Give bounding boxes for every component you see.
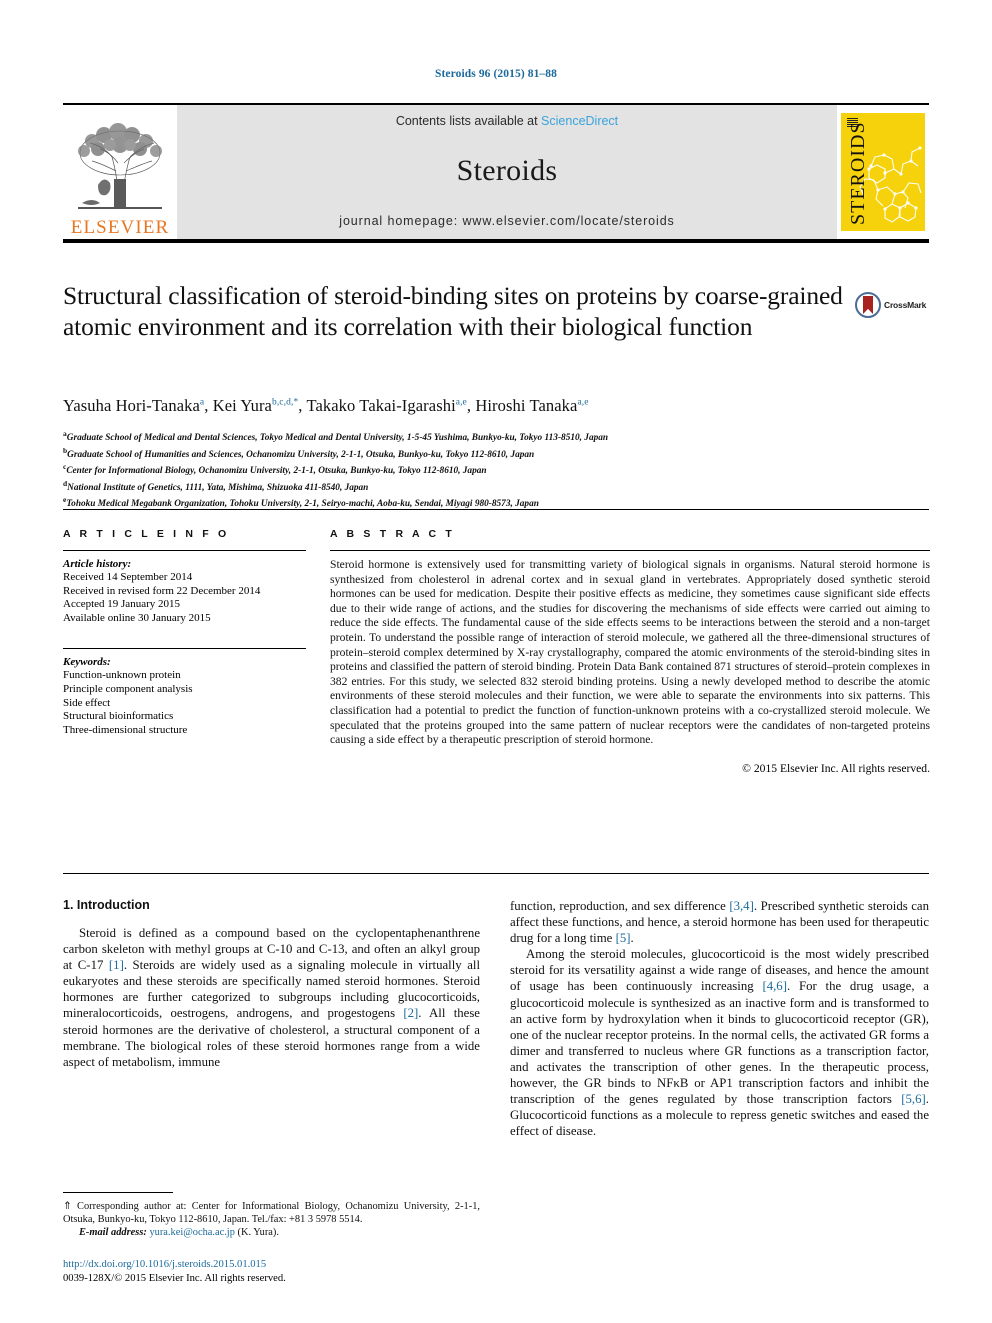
abstract-heading: A B S T R A C T: [330, 528, 455, 540]
affiliation-item: bGraduate School of Humanities and Scien…: [63, 445, 535, 460]
affiliation-list: aGraduate School of Medical and Dental S…: [63, 428, 943, 511]
article-history-item: Available online 30 January 2015: [63, 611, 211, 624]
citation-ref[interactable]: [1]: [109, 958, 124, 972]
article-history-item: Received in revised form 22 December 201…: [63, 584, 261, 597]
issn-copyright-line: 0039-128X/© 2015 Elsevier Inc. All right…: [63, 1272, 286, 1284]
affiliation-text: National Institute of Genetics, 1111, Ya…: [67, 482, 369, 493]
journal-cover: STEROIDS: [837, 105, 929, 239]
keyword-item: Structural bioinformatics: [63, 710, 174, 723]
article-info-divider: [63, 550, 306, 551]
page-footer: http://dx.doi.org/10.1016/j.steroids.201…: [63, 1258, 480, 1285]
corresponding-author-footnote: ⇑ Corresponding author at: Center for In…: [63, 1192, 480, 1239]
page-title: Structural classification of steroid-bin…: [63, 281, 843, 341]
crossmark-badge[interactable]: CrossMark: [855, 292, 947, 318]
author-affiliation-mark: a,e: [577, 397, 589, 408]
affiliation-text: Graduate School of Humanities and Scienc…: [67, 449, 535, 460]
author-name: Hiroshi Tanaka: [475, 396, 578, 415]
journal-cover-art: STEROIDS: [841, 113, 925, 231]
affiliation-item: cCenter for Informational Biology, Ochan…: [63, 462, 487, 477]
crossmark-label: CrossMark: [884, 300, 927, 310]
abstract-copyright: © 2015 Elsevier Inc. All rights reserved…: [742, 761, 930, 775]
intro-paragraph-continued: function, reproduction, and sex differen…: [510, 898, 929, 946]
article-history-label: Article history:: [63, 558, 132, 570]
contents-prefix: Contents lists available at: [395, 114, 542, 128]
intro-text-part: function, reproduction, and sex differen…: [510, 899, 730, 913]
footnote-email-link[interactable]: yura.kei@ocha.ac.jp: [149, 1227, 234, 1238]
author-name: Takako Takai-Igarashi: [306, 396, 456, 415]
abstract-column: A B S T R A C T Steroid hormone is exten…: [330, 528, 930, 775]
keywords-label: Keywords:: [63, 656, 111, 669]
journal-homepage-link[interactable]: journal homepage: www.elsevier.com/locat…: [339, 214, 674, 228]
author-affiliation-mark: b,c,d,: [271, 397, 294, 408]
keywords-block: Keywords: Function-unknown protein Princ…: [63, 648, 306, 737]
author-affiliation-mark: a,e: [455, 397, 467, 408]
author-name: Kei Yura: [212, 396, 272, 415]
author-affiliation-mark: a: [199, 397, 205, 408]
body-column-right: function, reproduction, and sex differen…: [510, 898, 929, 1139]
keyword-item: Principle component analysis: [63, 682, 193, 695]
citation-ref[interactable]: [3,4]: [729, 899, 754, 913]
affiliation-item: dNational Institute of Genetics, 1111, Y…: [63, 478, 369, 493]
sciencedirect-link[interactable]: ScienceDirect: [541, 114, 618, 128]
panel-top-divider: [63, 509, 929, 510]
running-head: Steroids 96 (2015) 81–88: [435, 68, 557, 80]
citation-ref[interactable]: [4,6]: [762, 979, 787, 993]
citation-ref[interactable]: [2]: [403, 1006, 418, 1020]
footnote-corresponding: ⇑ Corresponding author at: Center for In…: [63, 1200, 480, 1226]
elsevier-wordmark: ELSEVIER: [70, 217, 170, 238]
section-heading-introduction: 1. Introduction: [63, 898, 150, 912]
title-block: Structural classification of steroid-bin…: [63, 280, 843, 342]
intro-paragraph: Among the steroid molecules, glucocortic…: [510, 946, 929, 1139]
affiliation-text: Graduate School of Medical and Dental Sc…: [66, 433, 609, 444]
footnote-marker: ⇑: [63, 1201, 72, 1212]
article-info-heading: A R T I C L E I N F O: [63, 528, 230, 540]
corresponding-author-mark[interactable]: *: [293, 398, 298, 408]
masthead-center: Contents lists available at ScienceDirec…: [177, 105, 837, 239]
cover-journal-name: STEROIDS: [847, 121, 869, 225]
article-history-item: Accepted 19 January 2015: [63, 598, 180, 611]
affiliation-text: Tohoku Medical Megabank Organization, To…: [66, 499, 539, 510]
abstract-divider: [330, 550, 930, 551]
author-list: Yasuha Hori-Tanakaa, Kei Yurab,c,d,*, Ta…: [63, 396, 589, 415]
keyword-item: Three-dimensional structure: [63, 723, 188, 736]
publisher-logo: ELSEVIER: [63, 105, 177, 239]
intro-text-part: .: [630, 931, 634, 946]
keywords-divider: [63, 648, 306, 650]
intro-paragraph: Steroid is defined as a compound based o…: [63, 925, 480, 1070]
article-history-item: Received 14 September 2014: [63, 571, 193, 583]
body-column-left: 1. Introduction Steroid is defined as a …: [63, 898, 480, 1070]
paper-page: Steroids 96 (2015) 81–88 ELSEVIER Conten…: [0, 0, 992, 1323]
article-info-column: A R T I C L E I N F O Article history: R…: [63, 528, 306, 737]
footnote-divider: [63, 1192, 173, 1193]
intro-text-part: . For the drug usage, a glucocorticoid m…: [510, 979, 929, 1107]
doi-link[interactable]: http://dx.doi.org/10.1016/j.steroids.201…: [63, 1258, 480, 1272]
affiliation-item: aGraduate School of Medical and Dental S…: [63, 429, 609, 444]
contents-available-line: Contents lists available at ScienceDirec…: [396, 114, 618, 128]
elsevier-tree-icon: [78, 123, 162, 209]
keyword-item: Side effect: [63, 696, 111, 709]
abstract-text: Steroid hormone is extensively used for …: [330, 558, 930, 747]
keyword-item: Function-unknown protein: [63, 669, 181, 682]
journal-masthead: ELSEVIER Contents lists available at Sci…: [63, 103, 929, 243]
journal-title: Steroids: [456, 154, 558, 187]
citation-ref[interactable]: [5]: [616, 931, 631, 945]
footnote-email-line: E-mail address: yura.kei@ocha.ac.jp (K. …: [63, 1226, 480, 1239]
author-name: Yasuha Hori-Tanaka: [63, 396, 200, 415]
affiliation-text: Center for Informational Biology, Ochano…: [66, 466, 487, 477]
footnote-email-suffix: (K. Yura).: [234, 1227, 279, 1238]
citation-ref[interactable]: [5,6]: [901, 1092, 926, 1106]
panel-bottom-divider: [63, 873, 929, 874]
footnote-corresponding-text: Corresponding author at: Center for Info…: [63, 1201, 480, 1225]
crossmark-icon: [855, 292, 881, 318]
footnote-email-label: E-mail address:: [79, 1227, 147, 1238]
